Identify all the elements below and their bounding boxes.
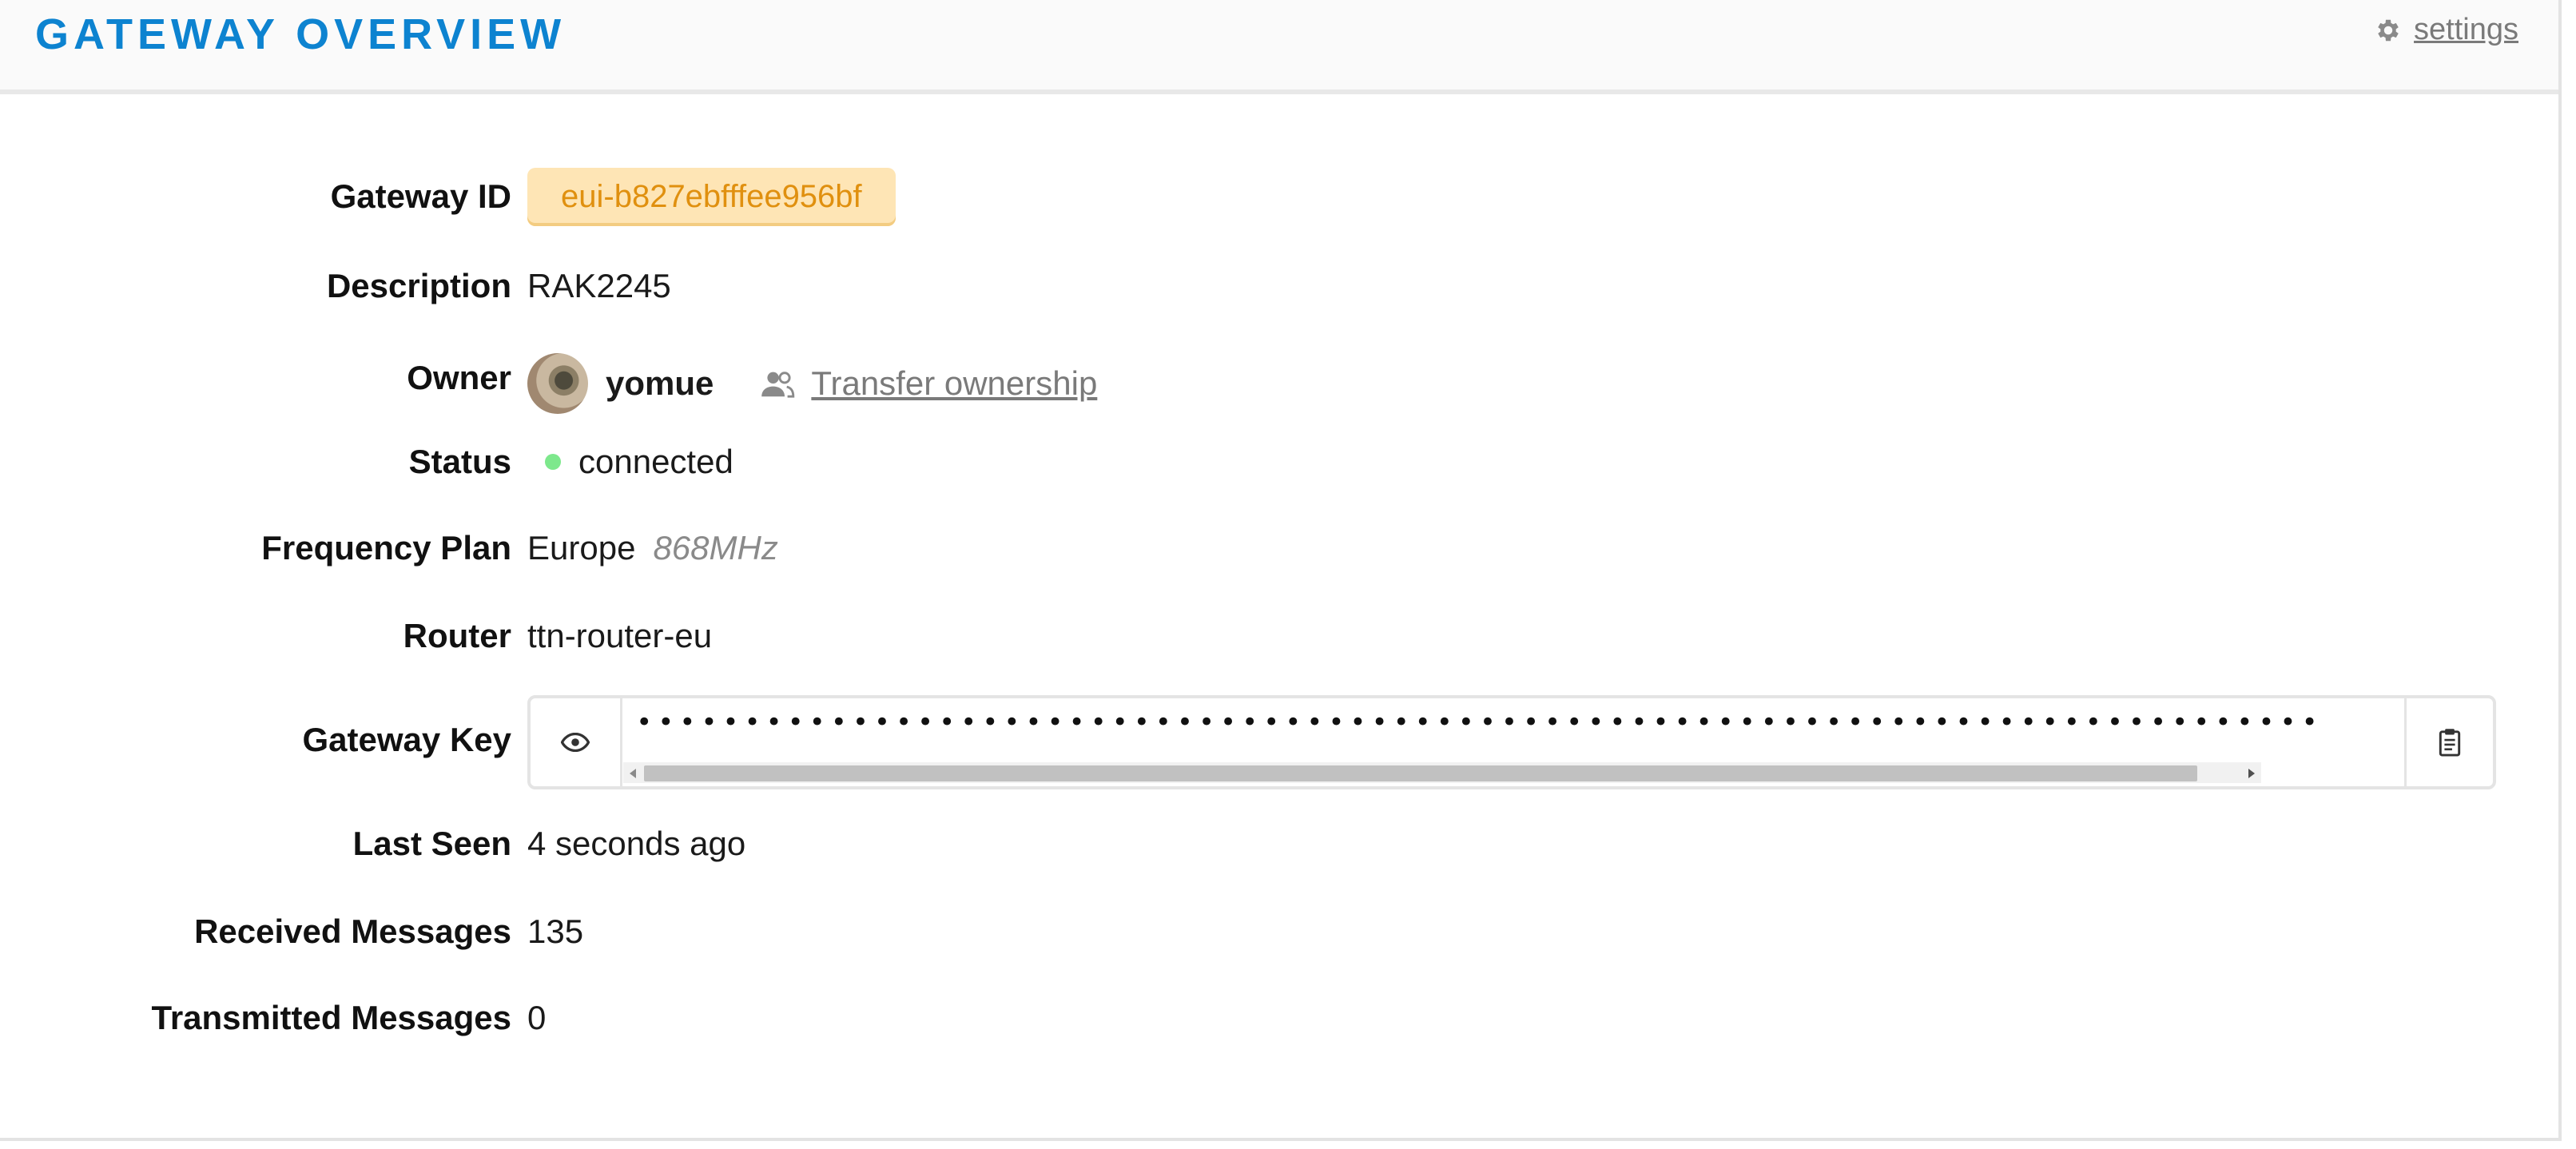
scroll-left-arrow[interactable]: [630, 769, 636, 778]
description-label: Description: [326, 267, 511, 304]
gateway-id-label: Gateway ID: [330, 177, 511, 215]
page-title: Gateway Overview: [35, 10, 566, 58]
row-frequency-plan: Frequency Plan Europe 868MHz: [0, 516, 2558, 580]
eye-icon: [561, 733, 590, 752]
last-seen-value: 4 seconds ago: [527, 825, 746, 862]
scroll-right-arrow[interactable]: [2248, 769, 2255, 778]
users-icon: [761, 372, 795, 398]
gateway-key-field: ••••••••••••••••••••••••••••••••••••••••…: [527, 695, 2496, 789]
gateway-key-input[interactable]: ••••••••••••••••••••••••••••••••••••••••…: [623, 698, 2325, 786]
row-description: Description RAK2245: [0, 254, 2558, 318]
description-value: RAK2245: [527, 267, 671, 304]
row-received-messages: Received Messages 135: [0, 900, 2558, 964]
frequency-plan-band: 868MHz: [653, 529, 778, 567]
panel-header: Gateway Overview settings: [0, 0, 2558, 94]
gateway-id-value-wrap: eui-b827ebfffee956bf: [527, 167, 896, 226]
row-last-seen: Last Seen 4 seconds ago: [0, 812, 2558, 876]
copy-key-button[interactable]: [2404, 698, 2493, 786]
row-owner: Owner yomue Transfer ownership: [0, 352, 2558, 415]
gateway-key-masked-value: ••••••••••••••••••••••••••••••••••••••••…: [636, 706, 2325, 738]
router-label: Router: [403, 617, 511, 654]
gear-icon: [2378, 19, 2399, 41]
status-label: Status: [408, 443, 511, 480]
owner-name: yomue: [606, 364, 714, 402]
transmitted-messages-label: Transmitted Messages: [151, 999, 511, 1036]
received-messages-label: Received Messages: [194, 912, 511, 950]
gateway-overview-panel: Gateway Overview settings Gateway ID eui…: [0, 0, 2562, 1141]
settings-label[interactable]: settings: [2414, 13, 2518, 47]
gateway-key-label: Gateway Key: [302, 721, 511, 758]
scrollbar-thumb[interactable]: [644, 765, 2197, 781]
received-messages-value: 135: [527, 912, 584, 950]
frequency-plan-value: Europe 868MHz: [527, 529, 778, 567]
row-router: Router ttn-router-eu: [0, 604, 2558, 668]
row-status: Status connected: [0, 430, 2558, 494]
avatar: [527, 353, 588, 414]
status-text: connected: [578, 443, 733, 480]
transmitted-messages-value: 0: [527, 999, 547, 1036]
status-indicator: [545, 454, 561, 470]
frequency-plan-label: Frequency Plan: [261, 529, 511, 567]
row-gateway-id: Gateway ID eui-b827ebfffee956bf: [0, 165, 2558, 229]
gateway-id-badge: eui-b827ebfffee956bf: [527, 167, 896, 226]
router-value: ttn-router-eu: [527, 617, 713, 654]
status-value: connected: [527, 443, 733, 481]
key-scrollbar[interactable]: [623, 762, 2261, 783]
owner-value: yomue Transfer ownership: [527, 353, 1097, 414]
frequency-plan-region: Europe: [527, 529, 636, 567]
row-transmitted-messages: Transmitted Messages 0: [0, 986, 2558, 1050]
clipboard-icon: [2439, 729, 2461, 757]
settings-link[interactable]: settings: [2374, 13, 2518, 47]
owner-label: Owner: [407, 359, 511, 396]
reveal-key-button[interactable]: [531, 698, 622, 786]
transfer-ownership-label[interactable]: Transfer ownership: [811, 364, 1097, 403]
last-seen-label: Last Seen: [352, 825, 511, 862]
transfer-ownership-link[interactable]: Transfer ownership: [760, 364, 1097, 403]
